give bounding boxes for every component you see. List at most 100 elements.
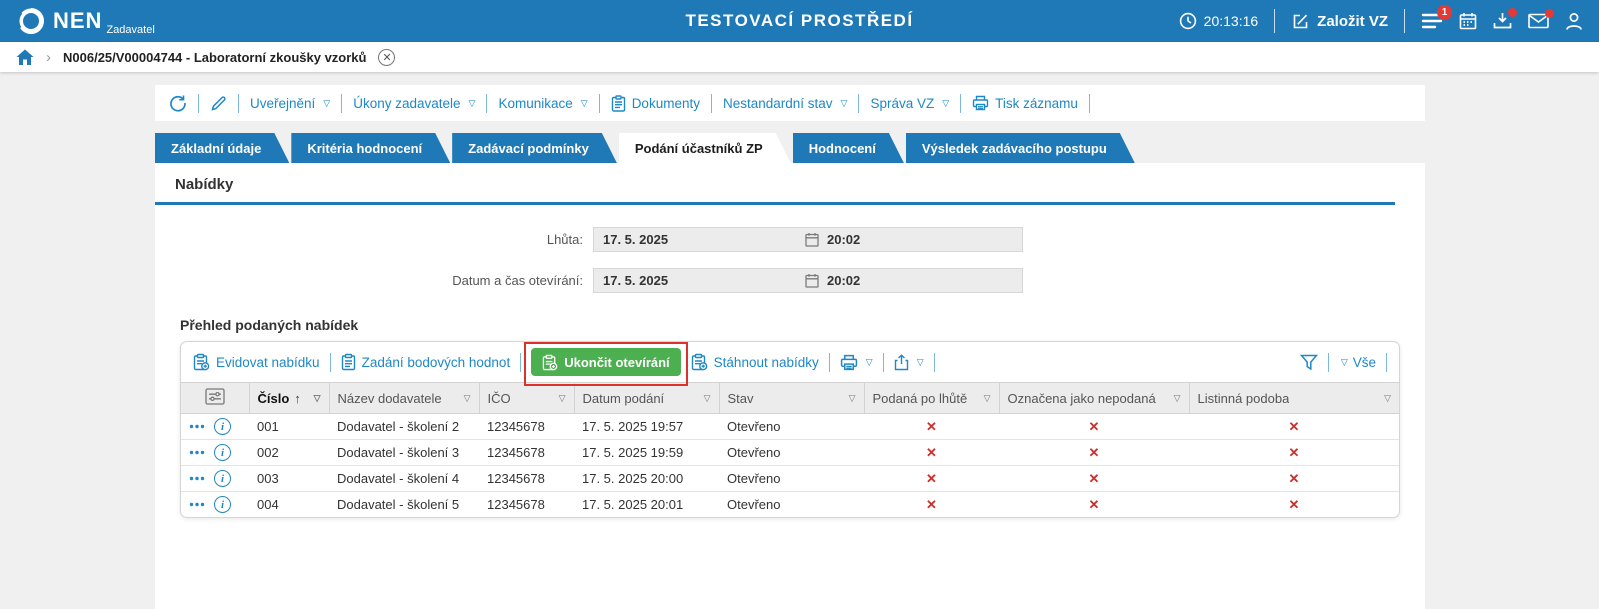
table-row[interactable]: i 003 Dodavatel - školení 4 12345678 17.… — [181, 465, 1399, 492]
dropdown-icon: ▽ — [323, 97, 331, 108]
menu-nestandardni-stav[interactable]: Nestandardní stav ▽ — [723, 96, 847, 111]
tab-podani-ucastniku-zp[interactable]: Podání účastníků ZP — [619, 133, 791, 163]
cell-submitted: 17. 5. 2025 20:01 — [582, 497, 684, 512]
cell-supplier: Dodavatel - školení 4 — [329, 465, 479, 492]
menu-sprava-vz[interactable]: Správa VZ ▽ — [870, 96, 949, 111]
environment-title: TESTOVACÍ PROSTŘEDÍ — [685, 11, 914, 30]
edit-icon — [1291, 12, 1310, 31]
info-icon[interactable]: i — [214, 470, 231, 487]
cross-icon: ✕ — [864, 465, 999, 492]
calendar-button[interactable] — [1459, 12, 1477, 30]
divider — [198, 93, 199, 113]
tab-hodnoceni[interactable]: Hodnocení — [793, 133, 904, 163]
tab-zakladni-udaje[interactable]: Základní údaje — [155, 133, 289, 163]
table-toolbar: Evidovat nabídku Zadání bodových hodnot — [181, 342, 1399, 386]
info-icon[interactable]: i — [214, 444, 231, 461]
column-filter-icon[interactable]: ▽ — [849, 393, 856, 404]
row-menu-icon[interactable] — [189, 476, 205, 481]
divider — [710, 93, 712, 113]
refresh-icon[interactable] — [169, 94, 187, 112]
main-menu-button[interactable]: 1 — [1421, 5, 1452, 30]
column-filter-icon[interactable]: ▽ — [984, 393, 991, 404]
table-row[interactable]: i 002 Dodavatel - školení 3 12345678 17.… — [181, 439, 1399, 466]
nen-logo[interactable]: NEN Zadavatel — [16, 6, 155, 36]
info-icon[interactable]: i — [214, 418, 231, 435]
cell-ico: 12345678 — [479, 413, 574, 440]
print-table-button[interactable]: ▽ — [840, 354, 873, 371]
menu-ukony-zadavatele[interactable]: Úkony zadavatele ▽ — [353, 96, 475, 111]
zadani-bodovych-hodnot-button[interactable]: Zadání bodových hodnot — [341, 353, 510, 371]
dropdown-icon: ▽ — [1340, 356, 1348, 367]
cross-icon: ✕ — [999, 439, 1189, 466]
row-menu-icon[interactable] — [189, 502, 205, 507]
cell-supplier: Dodavatel - školení 2 — [329, 413, 479, 440]
breadcrumb-procurement[interactable]: N006/25/V00004744 - Laboratorní zkoušky … — [63, 50, 366, 65]
divider — [341, 93, 343, 113]
column-filter-icon[interactable]: ▽ — [314, 393, 321, 404]
divider — [238, 93, 239, 113]
calendar-icon[interactable] — [805, 232, 819, 247]
dropdown-icon: ▽ — [865, 356, 873, 367]
column-filter-icon[interactable]: ▽ — [464, 393, 471, 404]
cross-icon: ✕ — [1189, 465, 1399, 492]
filter-vse-dropdown[interactable]: ▽ Vše — [1339, 355, 1376, 370]
menu-tisk-zaznamu[interactable]: Tisk záznamu — [972, 95, 1078, 111]
offers-table: Číslo ↑ ▽ Název dodavatele ▽ IČO ▽ Datum… — [181, 382, 1399, 517]
info-icon[interactable]: i — [214, 496, 231, 513]
cross-icon: ✕ — [864, 413, 999, 440]
ukoncit-otevirani-button[interactable]: Ukončit otevírání — [531, 348, 681, 376]
messages-button[interactable] — [1528, 9, 1554, 29]
row-menu-icon[interactable] — [189, 450, 205, 455]
cell-status: Otevřeno — [719, 465, 864, 492]
close-icon[interactable]: ✕ — [378, 48, 396, 66]
cross-icon: ✕ — [1189, 439, 1399, 466]
user-profile-button[interactable] — [1565, 12, 1583, 31]
menu-dokumenty[interactable]: Dokumenty — [611, 94, 700, 112]
menu-komunikace[interactable]: Komunikace ▽ — [498, 96, 587, 111]
table-row[interactable]: i 004 Dodavatel - školení 5 12345678 17.… — [181, 492, 1399, 518]
tab-kriteria-hodnoceni[interactable]: Kritéria hodnocení — [291, 133, 450, 163]
filter-icon[interactable] — [1299, 354, 1318, 371]
menu-uverejneni[interactable]: Uveřejnění ▽ — [250, 96, 330, 111]
dropdown-icon: ▽ — [468, 97, 476, 108]
clipboard-plus-icon — [193, 353, 210, 371]
cell-number: 002 — [249, 439, 329, 466]
column-filter-icon[interactable]: ▽ — [1384, 393, 1391, 404]
column-header-listinna-podoba[interactable]: Listinná podoba ▽ — [1188, 382, 1399, 414]
home-icon[interactable] — [16, 49, 34, 66]
column-header-cislo[interactable]: Číslo ↑ ▽ — [248, 382, 329, 414]
cell-number: 003 — [249, 465, 329, 492]
tab-zadavaci-podminky[interactable]: Zadávací podmínky — [452, 133, 617, 163]
column-filter-icon[interactable]: ▽ — [1174, 393, 1181, 404]
otevirani-date-value: 17. 5. 2025 — [603, 273, 669, 288]
row-menu-icon[interactable] — [189, 424, 205, 429]
create-vz-button[interactable]: Založit VZ — [1291, 12, 1388, 31]
lhuta-datetime-field[interactable]: 17. 5. 2025 20:02 — [593, 227, 1023, 252]
column-settings-icon[interactable] — [205, 388, 225, 405]
divider — [1327, 352, 1329, 372]
column-filter-icon[interactable]: ▽ — [559, 393, 566, 404]
column-header-datum-podani[interactable]: Datum podání ▽ — [573, 382, 719, 414]
column-filter-icon[interactable]: ▽ — [704, 393, 711, 404]
export-button[interactable]: ▽ — [894, 353, 924, 371]
dropdown-icon: ▽ — [916, 356, 924, 367]
column-header-stav[interactable]: Stav ▽ — [718, 382, 864, 414]
column-header-nazev[interactable]: Název dodavatele ▽ — [328, 382, 479, 414]
edit-record-icon[interactable] — [210, 95, 227, 112]
calendar-icon[interactable] — [805, 273, 819, 288]
column-header-podana-po-lhute[interactable]: Podaná po lhůtě ▽ — [863, 382, 999, 414]
divider — [960, 93, 962, 113]
otevirani-datetime-field[interactable]: 17. 5. 2025 20:02 — [593, 268, 1023, 293]
print-icon — [972, 95, 989, 111]
divider — [1274, 9, 1276, 33]
evidovat-nabidku-button[interactable]: Evidovat nabídku — [193, 353, 320, 371]
table-row[interactable]: i 001 Dodavatel - školení 2 12345678 17.… — [181, 413, 1399, 440]
downloads-button[interactable] — [1493, 8, 1517, 30]
column-header-ico[interactable]: IČO ▽ — [478, 382, 574, 414]
stahnout-nabidky-button[interactable]: Stáhnout nabídky — [691, 353, 819, 371]
tab-vysledek-zadavaciho-postupu[interactable]: Výsledek zadávacího postupu — [906, 133, 1135, 163]
divider — [933, 352, 935, 372]
otevirani-time-value: 20:02 — [827, 273, 861, 288]
column-header-oznacena-jako-nepodana[interactable]: Označena jako nepodaná ▽ — [998, 382, 1189, 414]
cell-ico: 12345678 — [479, 439, 574, 466]
